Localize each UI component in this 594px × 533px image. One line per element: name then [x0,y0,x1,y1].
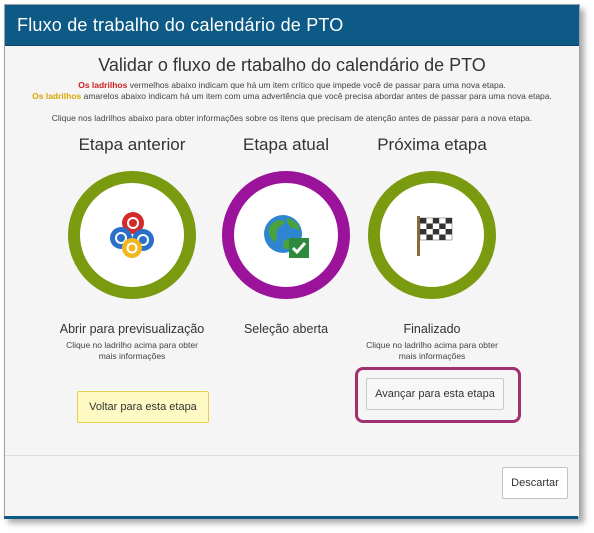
stage-next-tile[interactable] [368,171,496,299]
info-yellow-text: amarelos abaixo indicam há um item com u… [81,91,552,101]
info-click-line: Clique nos ladrilhos abaixo para obter i… [51,113,533,123]
workflow-dialog: Fluxo de trabalho do calendário de PTO V… [4,4,580,518]
info-red-text: vermelhos abaixo indicam que há um item … [127,80,506,90]
poker-chips-icon [110,212,154,258]
stage-previous-label: Abrir para previsualização [59,322,205,336]
info-yellow-word: Os ladrilhos [32,91,82,101]
dialog-titlebar: Fluxo de trabalho do calendário de PTO [5,5,579,46]
checkered-flag-icon [417,216,453,256]
stage-previous: Etapa anterior Abrir para previsualizaçã… [57,135,207,362]
footer-divider [5,455,579,456]
dialog-title: Fluxo de trabalho do calendário de PTO [17,15,344,35]
info-yellow-line: Os ladrilhos amarelos abaixo indicam há … [15,91,569,102]
stage-next: Próxima etapa Finalizado Clique no ladri… [357,135,507,362]
discard-button[interactable]: Descartar [502,467,568,499]
page-heading: Validar o fluxo de rtabalho do calendári… [98,55,486,75]
stage-previous-tile[interactable] [68,171,196,299]
stage-next-title: Próxima etapa [377,135,487,154]
stage-current: Etapa atual Seleção aberta [211,135,361,338]
stage-current-label: Seleção aberta [243,322,329,336]
info-red-word: Os ladrilhos [78,80,128,90]
info-red-line: Os ladrilhos vermelhos abaixo indicam qu… [15,80,569,91]
stage-current-tile[interactable] [222,171,350,299]
advance-highlight-frame: Avançar para esta etapa [355,367,521,423]
taskbar-strip [4,516,578,519]
stage-next-label: Finalizado [403,322,461,336]
stage-next-hint: Clique no ladrilho acima para obter mais… [366,340,498,361]
stage-previous-hint: Clique no ladrilho acima para obter mais… [66,340,198,361]
back-to-stage-button[interactable]: Voltar para esta etapa [77,391,209,423]
stage-previous-title: Etapa anterior [78,135,186,154]
advance-to-stage-button[interactable]: Avançar para esta etapa [366,378,504,410]
globe-check-icon [264,215,309,258]
stage-current-title: Etapa atual [242,135,329,154]
